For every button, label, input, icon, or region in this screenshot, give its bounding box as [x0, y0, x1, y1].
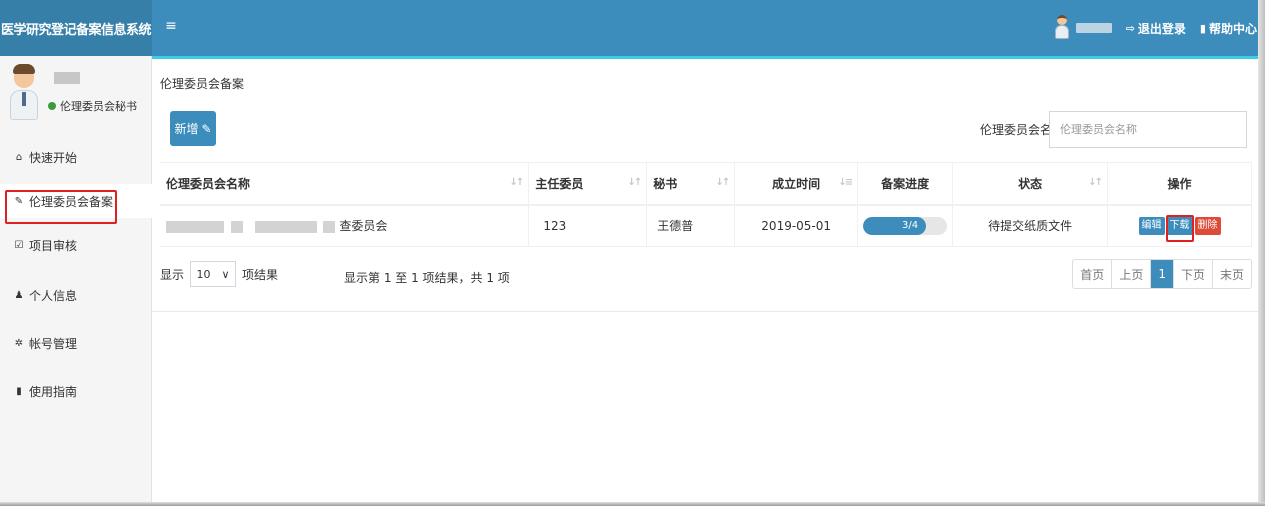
pager-last[interactable]: 末页 — [1213, 260, 1251, 288]
book-icon: ▮ — [1199, 21, 1206, 35]
user-icon: ♟ — [14, 289, 24, 301]
pager-first[interactable]: 首页 — [1073, 260, 1113, 288]
help-link[interactable]: ▮ 帮助中心 — [1200, 20, 1257, 37]
topbar-right: ⇨ 退出登录 ▮ 帮助中心 — [1053, 0, 1257, 56]
sidebar-item-profile[interactable]: ♟ 个人信息 — [0, 278, 152, 312]
pencil-icon: ✎ — [14, 195, 24, 207]
pencil-icon: ✎ — [201, 121, 212, 136]
page-length-select[interactable]: 10 ∨ — [190, 261, 237, 287]
cell-status: 待提交纸质文件 — [952, 204, 1109, 247]
menu-toggle-icon[interactable]: ≡ — [162, 14, 180, 38]
col-header-director[interactable]: 主任委员 ↓↑ — [528, 162, 648, 206]
sidebar-item-label: 个人信息 — [29, 288, 78, 303]
user-role: 伦理委员会秘书 — [48, 98, 137, 114]
sidebar: 伦理委员会秘书 ⌂ 快速开始 ✎ 伦理委员会备案 ☑ 项目审核 ♟ 个人信息 ✲… — [0, 56, 152, 506]
check-square-icon: ☑ — [14, 239, 24, 251]
user-role-label: 伦理委员会秘书 — [60, 100, 137, 113]
gears-icon: ✲ — [14, 337, 24, 349]
cell-actions: 编辑 下载 删除 — [1107, 204, 1252, 247]
delete-button[interactable]: 删除 — [1194, 216, 1221, 235]
cell-name: 查委员会 — [160, 204, 530, 247]
window-edge — [1258, 0, 1265, 506]
sidebar-item-guide[interactable]: ▮ 使用指南 — [0, 374, 152, 408]
app-title[interactable]: 医学研究登记备案信息系统 — [0, 0, 152, 56]
sidebar-item-account[interactable]: ✲ 帐号管理 — [0, 326, 152, 360]
sidebar-item-quick-start[interactable]: ⌂ 快速开始 — [0, 140, 152, 174]
sort-desc-icon: ↓≡ — [838, 177, 853, 188]
sidebar-item-label: 使用指南 — [29, 384, 78, 399]
ethics-table: 伦理委员会名称 ↓↑ 主任委员 ↓↑ 秘书 ↓↑ 成立时间 ↓≡ 备案进度 状态 ↓↑ 操… — [160, 162, 1252, 247]
cell-progress: 3/4 — [857, 204, 954, 247]
sidebar-item-label: 伦理委员会备案 — [29, 194, 114, 209]
top-navbar: 医学研究登记备案信息系统 ≡ ⇨ 退出登录 ▮ 帮助中心 — [0, 0, 1265, 56]
sort-icon: ↓↑ — [715, 177, 730, 188]
sidebar-item-ethics-filing[interactable]: ✎ 伦理委员会备案 — [0, 184, 152, 218]
col-header-name[interactable]: 伦理委员会名称 ↓↑ — [160, 162, 530, 206]
sidebar-item-project-review[interactable]: ☑ 项目审核 — [0, 228, 152, 262]
length-suffix: 项结果 — [242, 267, 279, 282]
sidebar-item-label: 快速开始 — [29, 150, 78, 165]
add-button[interactable]: 新增 ✎ — [170, 111, 216, 146]
sidebar-user-name-redacted — [54, 72, 80, 84]
col-header-progress: 备案进度 — [857, 162, 954, 206]
sign-out-icon: ⇨ — [1125, 21, 1135, 35]
redacted-text — [230, 220, 243, 233]
sort-icon: ↓↑ — [1088, 177, 1103, 188]
redacted-text — [254, 220, 317, 233]
user-menu[interactable] — [1053, 15, 1112, 41]
col-header-established[interactable]: 成立时间 ↓≡ — [734, 162, 859, 206]
progress-fill: 3/4 — [863, 216, 927, 235]
window-edge — [0, 502, 1265, 506]
sidebar-item-label: 帐号管理 — [29, 336, 78, 351]
user-name-redacted — [1075, 23, 1112, 33]
page-length: 显示 10 ∨ 项结果 — [160, 261, 278, 287]
chevron-down-icon: ∨ — [221, 267, 230, 281]
page-title: 伦理委员会备案 — [160, 77, 245, 91]
online-status-icon — [48, 102, 56, 110]
table-row: 查委员会 123 王德普 2019-05-01 3/4 待提交纸质文件 编辑 下载… — [160, 204, 1252, 247]
main-content: 伦理委员会备案 新增 ✎ 伦理委员会名称 伦理委员会名称↓↑ 主任委员↓↑ 秘书… — [152, 59, 1258, 506]
logout-link[interactable]: ⇨ 退出登录 — [1126, 20, 1186, 37]
download-button[interactable]: 下载 — [1166, 216, 1193, 235]
search-input[interactable] — [1049, 111, 1247, 148]
table-info: 显示第 1 至 1 项结果，共 1 项 — [344, 271, 510, 285]
redacted-text — [166, 220, 224, 233]
col-header-secretary[interactable]: 秘书 ↓↑ — [646, 162, 736, 206]
redacted-text — [323, 220, 336, 233]
pager-prev[interactable]: 上页 — [1112, 260, 1152, 288]
pager-current[interactable]: 1 — [1151, 260, 1174, 288]
pagination: 首页 上页 1 下页 末页 — [1072, 259, 1252, 289]
book-icon: ▮ — [16, 385, 22, 397]
pager-next[interactable]: 下页 — [1174, 260, 1213, 288]
user-avatar-icon — [1053, 15, 1071, 41]
cell-director: 123 — [528, 204, 648, 247]
add-button-label: 新增 — [174, 122, 199, 136]
sidebar-item-label: 项目审核 — [29, 238, 78, 253]
avatar — [10, 64, 40, 122]
edit-button[interactable]: 编辑 — [1138, 216, 1165, 235]
help-label: 帮助中心 — [1208, 21, 1257, 36]
sort-icon: ↓↑ — [509, 177, 525, 188]
length-prefix: 显示 — [160, 267, 185, 282]
sort-icon: ↓↑ — [627, 177, 642, 188]
col-header-status[interactable]: 状态 ↓↑ — [952, 162, 1109, 206]
user-panel: 伦理委员会秘书 — [8, 62, 148, 122]
progress-bar: 3/4 — [863, 216, 948, 235]
home-icon: ⌂ — [15, 151, 23, 163]
table-header-row: 伦理委员会名称 ↓↑ 主任委员 ↓↑ 秘书 ↓↑ 成立时间 ↓≡ 备案进度 状态 ↓↑ 操… — [160, 162, 1252, 206]
cell-secretary: 王德普 — [646, 204, 736, 247]
col-header-actions: 操作 — [1107, 162, 1252, 206]
logout-label: 退出登录 — [1137, 21, 1186, 36]
divider — [152, 311, 1258, 312]
cell-established: 2019-05-01 — [734, 204, 859, 247]
